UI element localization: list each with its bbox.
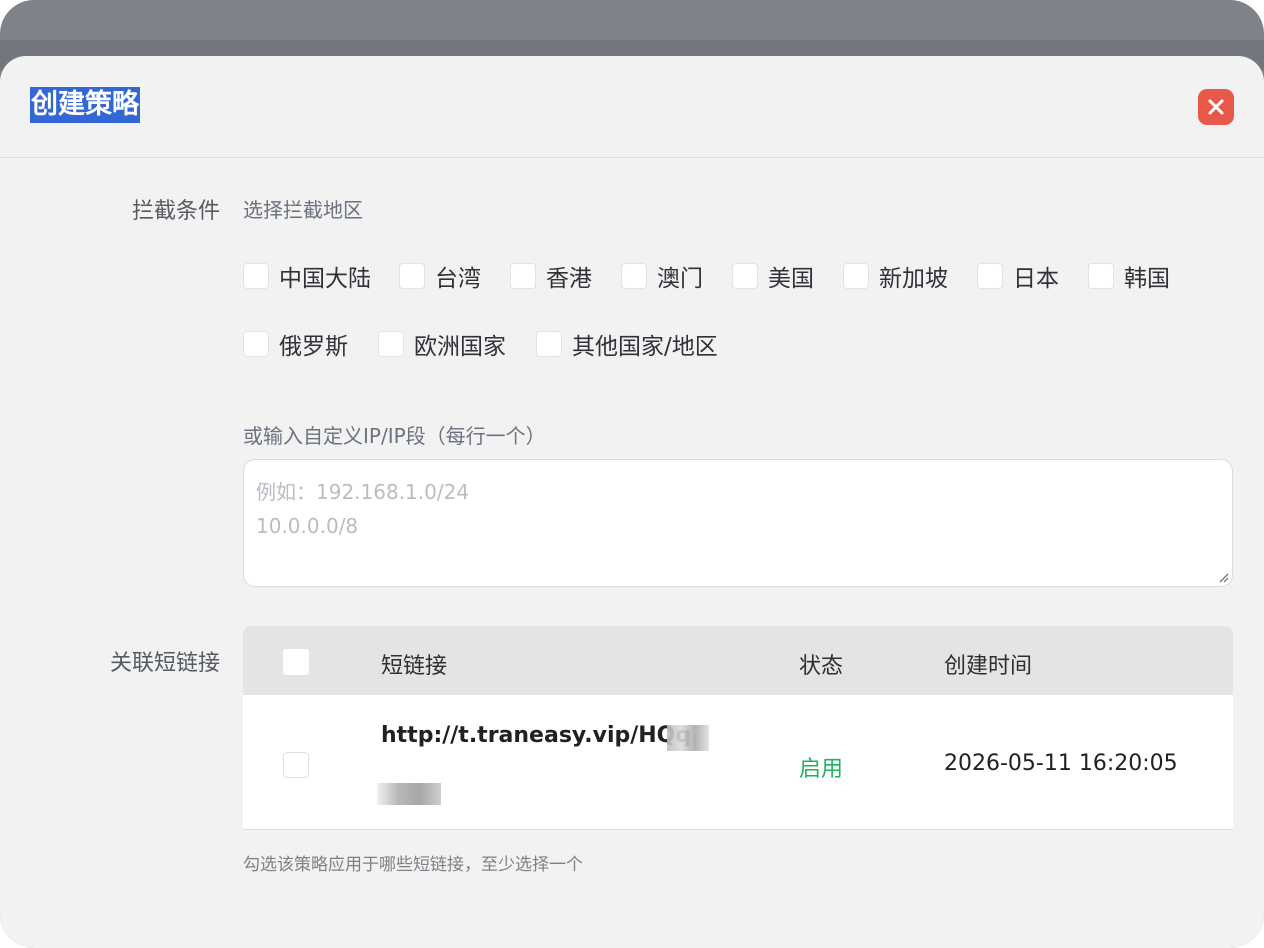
redacted-text [377, 783, 441, 805]
region-label: 台湾 [435, 266, 481, 292]
region-label: 澳门 [657, 266, 703, 292]
region-option[interactable]: 澳门 [621, 259, 703, 293]
checkbox[interactable] [536, 331, 562, 357]
row-checkbox[interactable] [283, 752, 309, 778]
region-label: 香港 [546, 266, 592, 292]
custom-ip-label: 或输入自定义IP/IP段（每行一个） [243, 424, 546, 448]
table-header: 短链接 状态 创建时间 [243, 626, 1233, 695]
close-button[interactable] [1198, 89, 1234, 125]
region-option[interactable]: 香港 [510, 259, 592, 293]
region-label: 俄罗斯 [279, 334, 348, 360]
links-footnote: 勾选该策略应用于哪些短链接，至少选择一个 [243, 855, 583, 875]
checkbox[interactable] [399, 263, 425, 289]
placeholder-line: 10.0.0.0/8 [256, 514, 359, 538]
region-hint: 选择拦截地区 [243, 198, 363, 222]
region-row-2: 俄罗斯 欧洲国家 其他国家/地区 [243, 327, 718, 361]
region-option[interactable]: 中国大陆 [243, 259, 371, 293]
dialog-title: 创建策略 [30, 87, 140, 123]
select-all-checkbox[interactable] [283, 649, 309, 675]
created-time: 2026-05-11 16:20:05 [944, 751, 1178, 776]
checkbox[interactable] [732, 263, 758, 289]
region-label: 欧洲国家 [414, 334, 506, 360]
checkbox[interactable] [510, 263, 536, 289]
region-option[interactable]: 其他国家/地区 [536, 327, 718, 361]
region-option[interactable]: 俄罗斯 [243, 327, 348, 361]
region-label: 中国大陆 [279, 266, 371, 292]
links-table: 短链接 状态 创建时间 http://t.traneasy.vip/HQq 启用… [243, 626, 1233, 830]
placeholder-line: 例如：192.168.1.0/24 [256, 480, 470, 504]
region-row-1: 中国大陆 台湾 香港 澳门 美国 新加坡 日本 韩国 [243, 259, 1170, 293]
column-header: 短链接 [381, 654, 448, 679]
checkbox[interactable] [1088, 263, 1114, 289]
short-link-url[interactable]: http://t.traneasy.vip/HQq [381, 723, 691, 748]
create-policy-dialog: 创建策略 拦截条件 选择拦截地区 中国大陆 台湾 香港 澳门 美国 新加坡 日本… [0, 56, 1264, 948]
links-label: 关联短链接 [109, 651, 220, 676]
screen-frame: 创建策略 拦截条件 选择拦截地区 中国大陆 台湾 香港 澳门 美国 新加坡 日本… [0, 0, 1264, 948]
redacted-text [667, 725, 709, 751]
region-label: 新加坡 [879, 266, 948, 292]
region-option[interactable]: 新加坡 [843, 259, 948, 293]
region-option[interactable]: 日本 [977, 259, 1059, 293]
custom-ip-textarea[interactable]: 例如：192.168.1.0/24 10.0.0.0/8 [243, 459, 1233, 587]
region-option[interactable]: 美国 [732, 259, 814, 293]
checkbox[interactable] [243, 331, 269, 357]
status-badge: 启用 [799, 757, 844, 782]
resize-handle-icon[interactable] [1217, 571, 1229, 583]
column-header: 状态 [799, 654, 844, 679]
close-icon [1208, 99, 1224, 115]
checkbox[interactable] [621, 263, 647, 289]
block-condition-label: 拦截条件 [131, 199, 220, 224]
column-header: 创建时间 [944, 654, 1033, 679]
table-row[interactable]: http://t.traneasy.vip/HQq 启用 2026-05-11 … [243, 695, 1233, 830]
region-option[interactable]: 韩国 [1088, 259, 1170, 293]
dialog-header: 创建策略 [0, 56, 1264, 158]
checkbox[interactable] [378, 331, 404, 357]
region-label: 日本 [1013, 266, 1059, 292]
region-label: 韩国 [1124, 266, 1170, 292]
region-label: 美国 [768, 266, 814, 292]
region-label: 其他国家/地区 [572, 334, 718, 360]
region-option[interactable]: 欧洲国家 [378, 327, 506, 361]
checkbox[interactable] [243, 263, 269, 289]
region-option[interactable]: 台湾 [399, 259, 481, 293]
checkbox[interactable] [843, 263, 869, 289]
checkbox[interactable] [977, 263, 1003, 289]
